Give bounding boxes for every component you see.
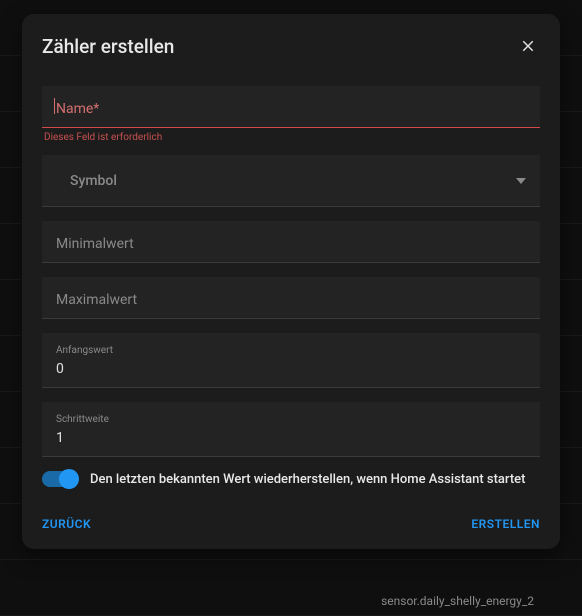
name-placeholder: Name*: [56, 101, 99, 117]
restore-toggle-label: Den letzten bekannten Wert wiederherstel…: [90, 472, 525, 487]
restore-toggle-row: Den letzten bekannten Wert wiederherstel…: [42, 471, 540, 487]
chevron-down-icon: [516, 171, 526, 190]
step-field[interactable]: Schrittweite 1: [42, 402, 540, 457]
create-button[interactable]: ERSTELLEN: [471, 517, 540, 531]
dialog-title: Zähler erstellen: [42, 35, 174, 58]
close-button[interactable]: [516, 34, 540, 58]
initial-value: 0: [56, 361, 64, 377]
name-field[interactable]: Name*: [42, 86, 540, 128]
max-placeholder: Maximalwert: [56, 292, 137, 308]
symbol-field[interactable]: Symbol: [42, 155, 540, 207]
initial-label: Anfangswert: [56, 345, 526, 356]
min-field[interactable]: Minimalwert: [42, 221, 540, 263]
dialog-header: Zähler erstellen: [42, 34, 540, 58]
symbol-placeholder: Symbol: [70, 173, 117, 189]
text-cursor: [54, 98, 55, 114]
min-placeholder: Minimalwert: [56, 236, 134, 252]
step-label: Schrittweite: [56, 414, 526, 425]
toggle-knob: [59, 469, 79, 489]
footer-entity-id: sensor.daily_shelly_energy_2: [381, 594, 534, 608]
max-field[interactable]: Maximalwert: [42, 277, 540, 319]
step-value: 1: [56, 430, 64, 446]
dialog-actions: ZURÜCK ERSTELLEN: [42, 517, 540, 531]
create-counter-dialog: Zähler erstellen Name* Dieses Feld ist e…: [22, 14, 560, 549]
back-button[interactable]: ZURÜCK: [42, 517, 91, 531]
initial-field[interactable]: Anfangswert 0: [42, 333, 540, 388]
name-error-message: Dieses Feld ist erforderlich: [44, 132, 540, 143]
close-icon: [519, 37, 537, 55]
restore-toggle[interactable]: [42, 471, 76, 487]
